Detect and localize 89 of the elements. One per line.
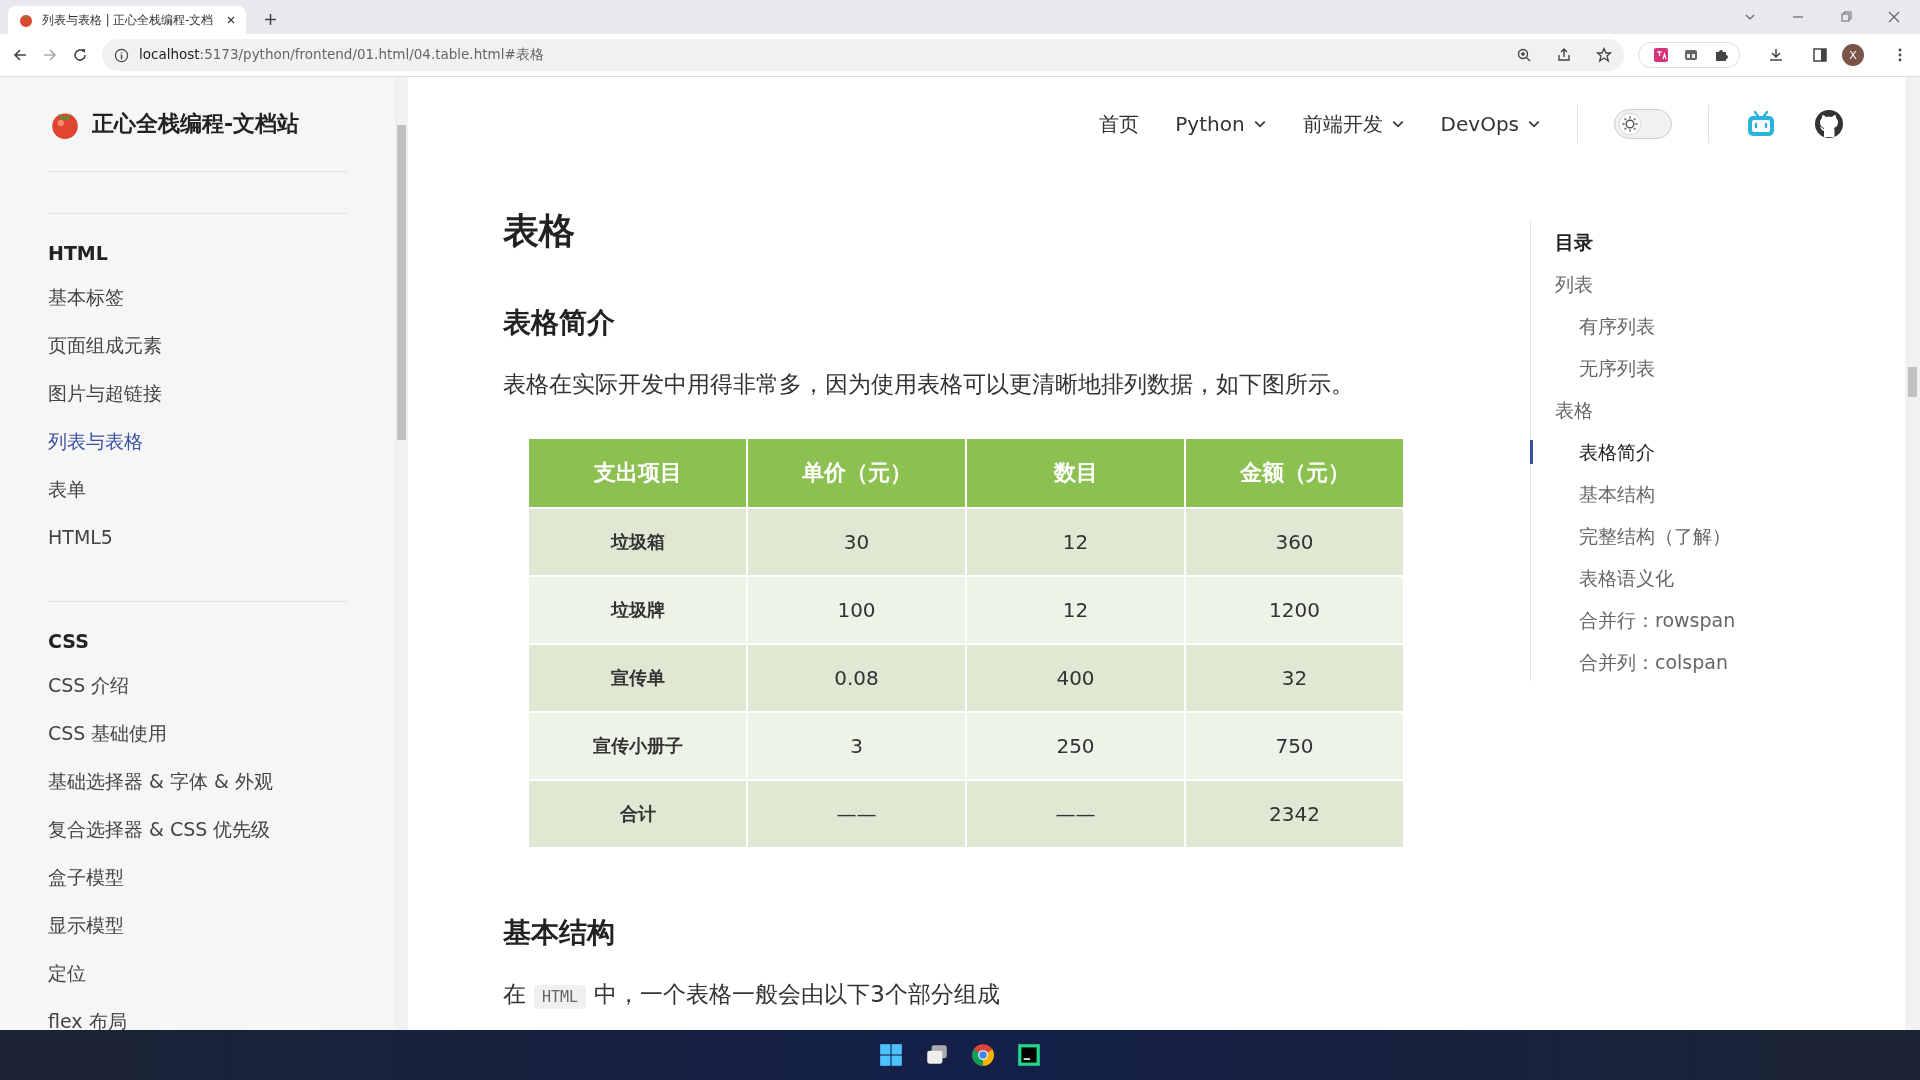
reload-icon[interactable] — [72, 47, 88, 63]
table-cell: 垃圾箱 — [528, 508, 747, 576]
zoom-icon[interactable] — [1516, 47, 1532, 63]
table-cell: 30 — [747, 508, 966, 576]
table-header-cell: 支出项目 — [528, 438, 747, 508]
table-cell: 0.08 — [747, 644, 966, 712]
sidebar-section-title: CSS — [48, 629, 90, 654]
table-header-cell: 单价（元） — [747, 438, 966, 508]
sidebar-item[interactable]: CSS 介绍 — [48, 661, 347, 709]
windows-start-icon[interactable] — [878, 1042, 904, 1068]
scrollbar[interactable] — [1905, 77, 1920, 1030]
nav-link[interactable]: 首页 — [1099, 110, 1140, 138]
section-heading: 基本结构 — [503, 915, 616, 951]
table-cell: 2342 — [1185, 780, 1404, 848]
new-tab-icon[interactable] — [264, 13, 277, 26]
star-icon[interactable] — [1596, 47, 1612, 63]
toc-link[interactable]: 表格 — [1530, 389, 1785, 431]
table-header-cell: 数目 — [966, 438, 1185, 508]
table-cell: 垃圾牌 — [528, 576, 747, 644]
tab-title: 列表与表格 | 正心全栈编程-文档 — [42, 12, 215, 28]
back-icon[interactable] — [12, 47, 28, 63]
sidebar-item[interactable]: 定位 — [48, 949, 347, 997]
translate-icon[interactable] — [1653, 47, 1669, 63]
extension-icon[interactable] — [1683, 47, 1699, 63]
browser-tab[interactable]: 列表与表格 | 正心全栈编程-文档 — [8, 6, 246, 34]
info-icon — [114, 47, 129, 63]
sidebar-item[interactable]: 图片与超链接 — [48, 369, 347, 417]
close-icon[interactable] — [1888, 11, 1900, 23]
sidebar-item[interactable]: 表单 — [48, 465, 347, 513]
site-title[interactable]: 正心全栈编程-文档站 — [92, 109, 300, 139]
sidebar-item[interactable]: HTML5 — [48, 513, 347, 561]
toc-link[interactable]: 表格语义化 — [1530, 557, 1785, 599]
table-cell: —— — [747, 780, 966, 848]
table-cell: 250 — [966, 712, 1185, 780]
table-cell: —— — [966, 780, 1185, 848]
table-cell: 12 — [966, 576, 1185, 644]
toc-link[interactable]: 无序列表 — [1530, 347, 1785, 389]
sidebar-section-title: HTML — [48, 241, 109, 266]
paragraph: 表格在实际开发中用得非常多，因为使用表格可以更清晰地排列数据，如下图所示。 — [503, 370, 1355, 399]
toc-link[interactable]: 合并列：colspan — [1530, 641, 1785, 683]
address-bar[interactable]: localhost:5173/python/frontend/01.html/04.table.html#表格 — [102, 39, 1624, 71]
section-heading: 表格简介 — [503, 305, 616, 341]
nav-link[interactable]: DevOps — [1440, 112, 1541, 136]
table-cell: 1200 — [1185, 576, 1404, 644]
side-panel-icon[interactable] — [1812, 47, 1828, 63]
url-text: localhost:5173/python/frontend/01.html/04.table.html#表格 — [139, 46, 544, 64]
toc-link[interactable]: 合并行：rowspan — [1530, 599, 1785, 641]
toc-link[interactable]: 完整结构（了解） — [1530, 515, 1785, 557]
table-cell: 12 — [966, 508, 1185, 576]
toc-link[interactable]: 有序列表 — [1530, 305, 1785, 347]
toc-link[interactable]: 列表 — [1530, 263, 1785, 305]
table-cell: 400 — [966, 644, 1185, 712]
sidebar-item[interactable]: flex 布局 — [48, 997, 347, 1030]
sidebar-item[interactable]: 页面组成元素 — [48, 321, 347, 369]
theme-toggle[interactable] — [1614, 109, 1672, 139]
nav-link[interactable]: 前端开发 — [1302, 110, 1405, 138]
scrollbar[interactable] — [395, 77, 408, 1030]
toc-title: 目录 — [1555, 230, 1594, 255]
share-icon[interactable] — [1556, 47, 1572, 63]
table-cell: 宣传单 — [528, 644, 747, 712]
table-cell: 100 — [747, 576, 966, 644]
table-cell: 合计 — [528, 780, 747, 848]
sidebar-item[interactable]: 列表与表格 — [48, 417, 347, 465]
table-header-cell: 金额（元） — [1185, 438, 1404, 508]
sidebar-item[interactable]: CSS 基础使用 — [48, 709, 347, 757]
toc-link[interactable]: 基本结构 — [1530, 473, 1785, 515]
sidebar-item[interactable]: 基础选择器 & 字体 & 外观 — [48, 757, 347, 805]
ide-icon[interactable] — [1016, 1042, 1042, 1068]
paragraph: 在 HTML 中，一个表格一般会由以下3个部分组成 — [503, 980, 1001, 1011]
table-cell: 360 — [1185, 508, 1404, 576]
table-cell: 宣传小册子 — [528, 712, 747, 780]
profile-avatar[interactable]: X — [1842, 44, 1864, 66]
table-cell: 3 — [747, 712, 966, 780]
table-cell: 32 — [1185, 644, 1404, 712]
github-icon[interactable] — [1813, 108, 1845, 140]
restore-icon[interactable] — [1840, 11, 1852, 23]
close-icon[interactable] — [226, 15, 236, 25]
sidebar-item[interactable]: 显示模型 — [48, 901, 347, 949]
table-cell: 750 — [1185, 712, 1404, 780]
sidebar-item[interactable]: 盒子模型 — [48, 853, 347, 901]
nav-link[interactable]: Python — [1175, 112, 1267, 136]
chrome-icon[interactable] — [970, 1042, 996, 1068]
sidebar-item[interactable]: 基本标签 — [48, 273, 347, 321]
sidebar-item[interactable]: 复合选择器 & CSS 优先级 — [48, 805, 347, 853]
tomato-icon — [18, 12, 34, 28]
puzzle-icon[interactable] — [1713, 47, 1729, 63]
page-title: 表格 — [503, 209, 576, 253]
sun-icon — [1618, 112, 1642, 136]
download-icon[interactable] — [1768, 47, 1784, 63]
